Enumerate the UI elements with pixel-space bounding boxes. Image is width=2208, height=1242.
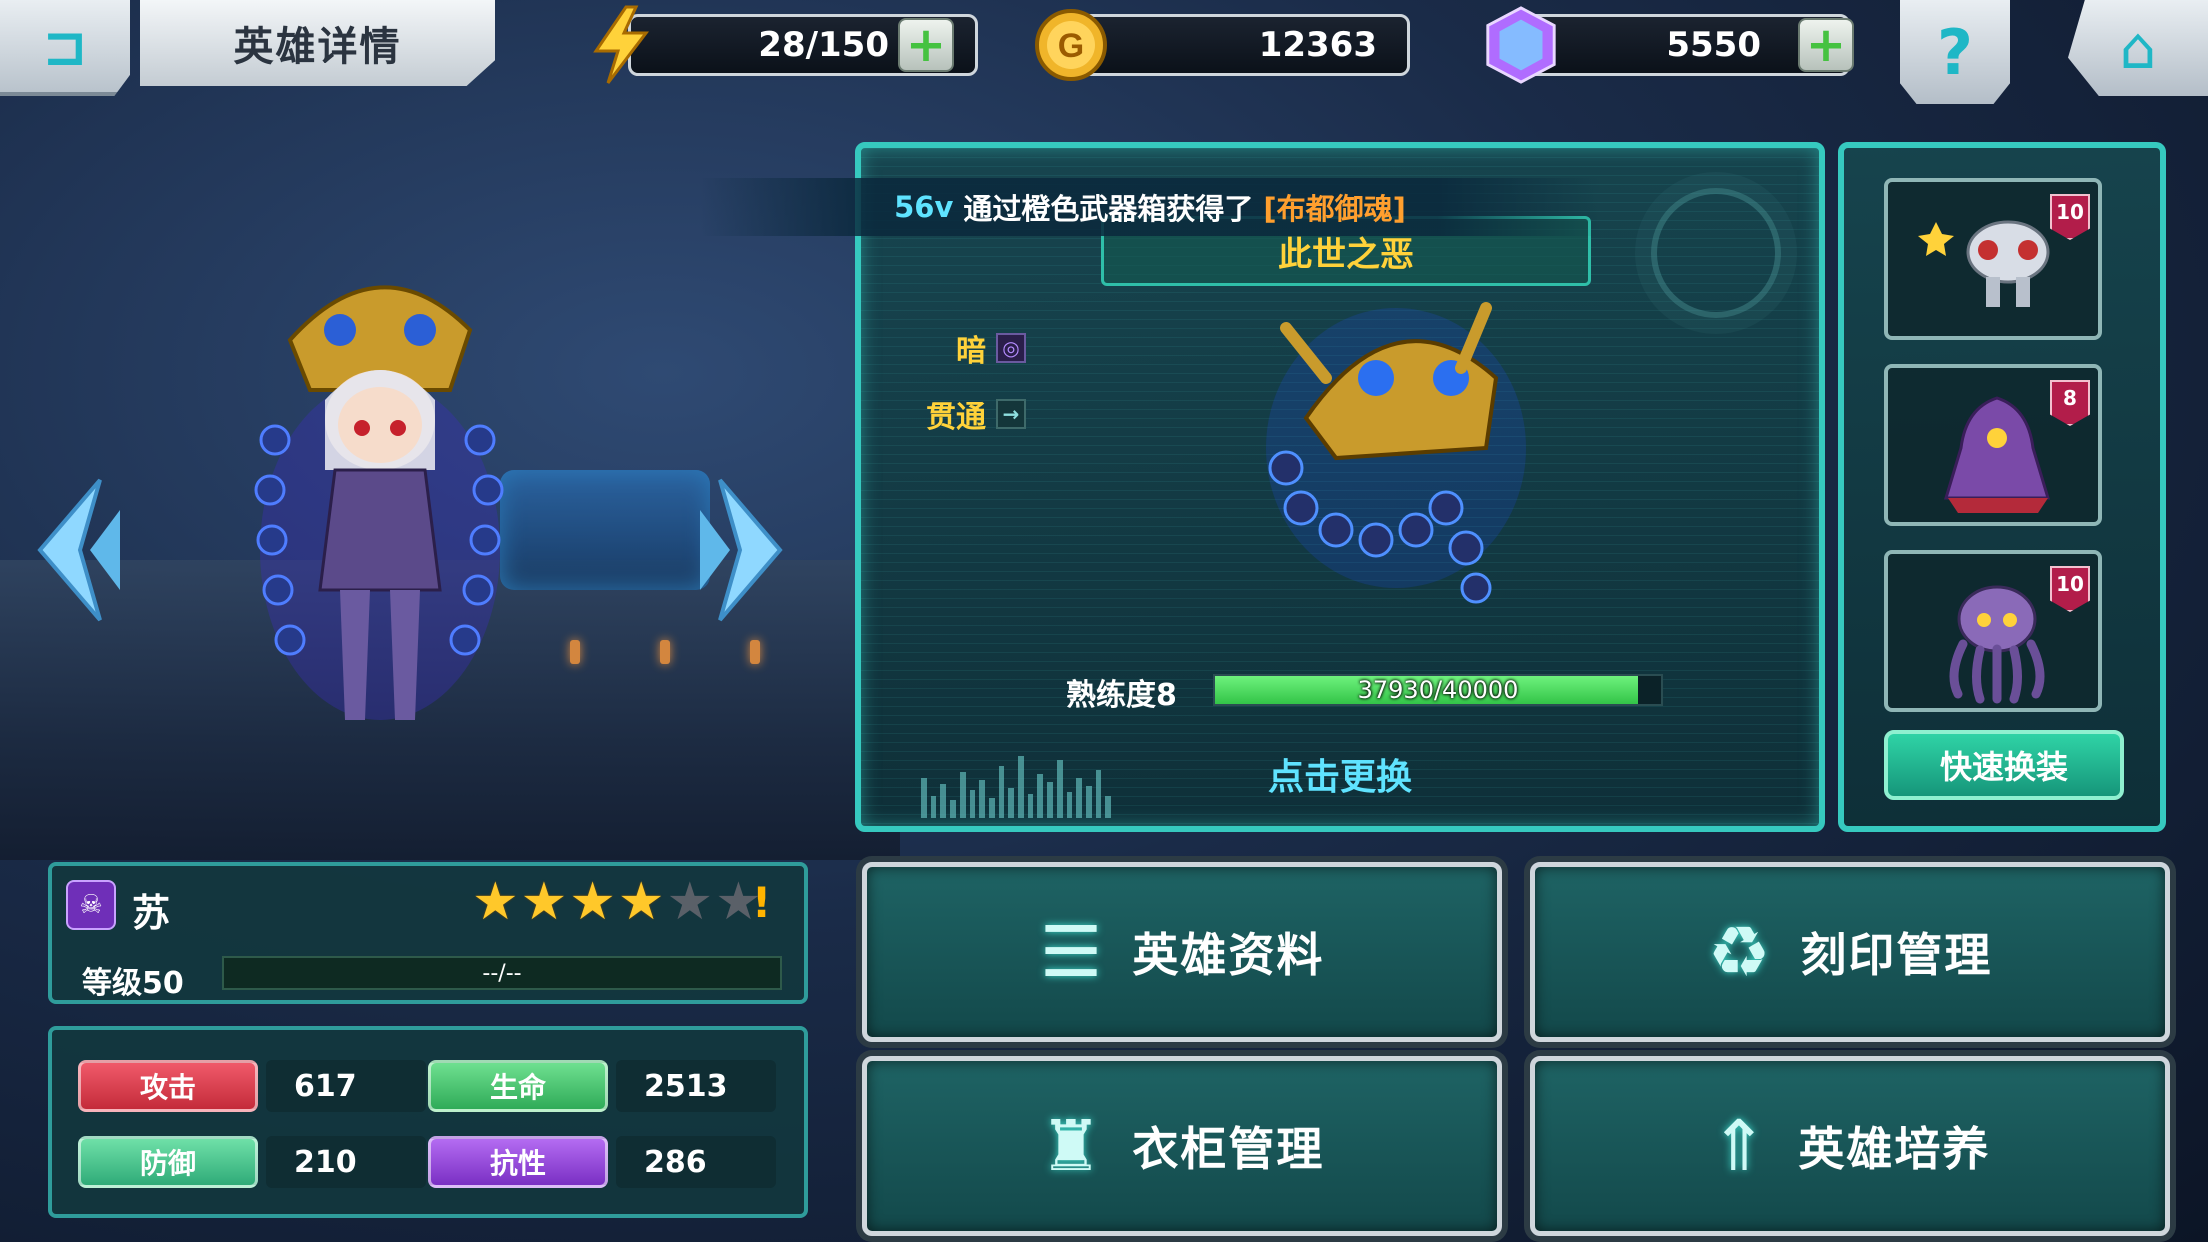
- resistance-label: 抗性: [428, 1136, 608, 1188]
- attack-label: 攻击: [78, 1060, 258, 1112]
- proficiency-bar: 37930/40000: [1213, 674, 1663, 706]
- defense-label: 防御: [78, 1136, 258, 1188]
- add-stamina-button[interactable]: +: [898, 18, 954, 72]
- add-gems-button[interactable]: +: [1798, 18, 1854, 72]
- gold-coin-icon: G: [1030, 4, 1112, 86]
- defense-value: 210: [266, 1136, 426, 1188]
- wardrobe-button[interactable]: ♜ 衣柜管理: [862, 1056, 1502, 1236]
- back-arrow-icon: ⊐: [42, 14, 88, 78]
- weapon-element: 暗 ◎: [956, 326, 1026, 370]
- hero-info-panel: ☠ 苏 ★ ★ ★ ★ ★ ★ ! 等级50 --/--: [48, 862, 808, 1004]
- star-filled-icon: ★: [520, 872, 568, 932]
- notice-player: 56v: [894, 190, 954, 224]
- gold-counter: 12363: [1060, 14, 1410, 76]
- notice-item: [布都御魂]: [1263, 192, 1406, 226]
- star-filled-icon: ★: [569, 872, 616, 932]
- svg-text:G: G: [1058, 27, 1084, 65]
- equipment-slot-1[interactable]: 10: [1884, 178, 2102, 340]
- dark-swirl-icon: ◎: [996, 333, 1026, 363]
- resistance-value: 286: [616, 1136, 776, 1188]
- notice-message: 通过橙色武器箱获得了: [963, 192, 1254, 226]
- hero-name: 苏: [132, 891, 171, 935]
- hero-training-button[interactable]: ⇑ 英雄培养: [1530, 1056, 2170, 1236]
- weapon-image: [1266, 302, 1526, 604]
- page-title: 英雄详情: [140, 0, 495, 86]
- hero-portrait: [254, 285, 504, 720]
- background-light: [660, 640, 670, 664]
- level-up-icon: ⇑: [1709, 1105, 1769, 1187]
- change-weapon-button[interactable]: 点击更换: [861, 748, 1819, 800]
- hero-info-button[interactable]: ☰ 英雄资料: [862, 862, 1502, 1042]
- equipment-slot-2[interactable]: 8: [1884, 364, 2102, 526]
- pierce-arrow-icon: →: [996, 399, 1026, 429]
- previous-hero-arrow[interactable]: [20, 470, 120, 630]
- proficiency-value: 37930/40000: [1357, 676, 1519, 704]
- lightning-icon: [580, 4, 662, 86]
- attack-value: 617: [266, 1060, 426, 1112]
- question-icon: ?: [1937, 15, 1973, 89]
- hero-level: 等级50: [82, 966, 184, 1001]
- hp-label: 生命: [428, 1060, 608, 1112]
- background-window: [500, 470, 710, 590]
- weapon-panel: 此世之恶 暗 ◎ 贯通 → 熟练度8 37930/40000 点击更换: [855, 142, 1825, 832]
- top-bar: ⊐ 英雄详情 28/150 + 12363 G 5550 + ? ⌂: [0, 0, 2208, 110]
- upgrade-alert-icon[interactable]: !: [752, 878, 771, 927]
- gold-value: 12363: [1258, 25, 1377, 65]
- profile-icon: ☰: [1039, 911, 1103, 993]
- hero-class-icon: ☠: [66, 880, 116, 930]
- equipment-slot-3[interactable]: 10: [1884, 550, 2102, 712]
- star-filled-icon: ★: [472, 872, 519, 932]
- imprint-icon: ♻: [1707, 911, 1771, 993]
- stamina-value: 28/150: [758, 25, 889, 65]
- experience-value: --/--: [482, 960, 522, 986]
- imprint-button[interactable]: ♻ 刻印管理: [1530, 862, 2170, 1042]
- star-empty-icon: ★: [666, 872, 714, 932]
- shirt-icon: ♜: [1039, 1105, 1103, 1187]
- hero-star-rating: ★ ★ ★ ★ ★ ★: [472, 876, 762, 928]
- home-icon: ⌂: [2119, 14, 2157, 82]
- system-notice: 56v 通过橙色武器箱获得了 [布都御魂]: [700, 178, 1600, 236]
- gem-icon: [1480, 4, 1562, 86]
- star-filled-icon: ★: [617, 872, 665, 932]
- home-button[interactable]: ⌂: [2068, 0, 2208, 96]
- hero-stats-panel: 攻击 617 生命 2513 防御 210 抗性 286: [48, 1026, 808, 1218]
- background-light: [570, 640, 580, 664]
- decorative-dial: [1651, 188, 1781, 318]
- help-button[interactable]: ?: [1900, 0, 2010, 104]
- weapon-attack-type: 贯通 →: [926, 392, 1026, 436]
- equipment-panel: 10 8 10 快速换装: [1838, 142, 2166, 832]
- experience-bar: --/--: [222, 956, 782, 990]
- back-button[interactable]: ⊐: [0, 0, 130, 96]
- proficiency-label: 熟练度8: [1066, 678, 1177, 713]
- quick-swap-button[interactable]: 快速换装: [1884, 730, 2124, 800]
- gem-value: 5550: [1666, 25, 1761, 65]
- hp-value: 2513: [616, 1060, 776, 1112]
- background-light: [750, 640, 760, 664]
- next-hero-arrow[interactable]: [700, 470, 800, 630]
